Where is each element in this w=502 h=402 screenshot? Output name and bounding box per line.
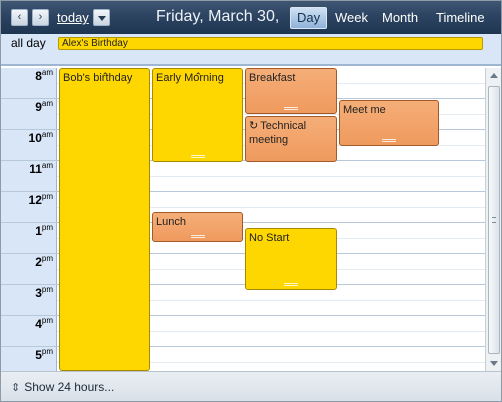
calendar-event[interactable]: Meet me bbox=[339, 100, 439, 146]
hour-label: 10am bbox=[28, 130, 53, 145]
tab-month[interactable]: Month bbox=[376, 7, 424, 29]
hour-label: 9am bbox=[35, 99, 53, 114]
calendar-event[interactable]: ⌃ Early Morning bbox=[152, 68, 243, 162]
calendar-window: ‹ › today Friday, March 30, Day Week Mon… bbox=[0, 0, 502, 402]
show-24-hours-button[interactable]: ⇕ Show 24 hours... bbox=[11, 380, 114, 394]
all-day-label: all day bbox=[11, 36, 46, 50]
all-day-event[interactable]: Alex's Birthday bbox=[58, 37, 483, 50]
today-link[interactable]: today bbox=[57, 10, 89, 25]
hour-label: 8am bbox=[35, 68, 53, 83]
calendar-event[interactable]: No Start bbox=[245, 228, 337, 290]
hour-label: 2pm bbox=[35, 254, 53, 269]
scroll-down-icon[interactable] bbox=[490, 361, 498, 366]
hour-label: 3pm bbox=[35, 285, 53, 300]
tab-day[interactable]: Day bbox=[290, 7, 328, 29]
calendar-event[interactable]: ↻ Technical meeting bbox=[245, 116, 337, 162]
event-title: Bob's birthday bbox=[63, 72, 133, 84]
vertical-scrollbar[interactable] bbox=[485, 68, 501, 371]
next-day-button[interactable]: › bbox=[32, 9, 49, 26]
hour-label: 12pm bbox=[28, 192, 53, 207]
tab-timeline[interactable]: Timeline bbox=[430, 7, 491, 29]
resize-grip-icon[interactable] bbox=[382, 139, 396, 142]
scroll-up-icon[interactable] bbox=[490, 73, 498, 78]
calendar-event[interactable]: Lunch bbox=[152, 212, 243, 242]
day-column[interactable]: ⌃ Bob's birthday ⌃ Early Morning Breakfa… bbox=[57, 68, 485, 371]
resize-grip-icon[interactable] bbox=[190, 235, 205, 238]
resize-grip-icon[interactable] bbox=[190, 155, 205, 158]
current-date-title: Friday, March 30, bbox=[156, 8, 280, 25]
calendar-event[interactable]: ⌃ Bob's birthday bbox=[59, 68, 150, 371]
chevron-left-icon: ‹ bbox=[17, 11, 22, 23]
scrollbar-thumb[interactable] bbox=[488, 86, 500, 354]
grip-icon bbox=[492, 217, 496, 223]
hour-label: 4pm bbox=[35, 316, 53, 331]
prev-day-button[interactable]: ‹ bbox=[11, 9, 28, 26]
event-title: Early Morning bbox=[156, 72, 224, 84]
day-time-grid: 8am 9am 10am 11am 12pm 1pm 2pm 3pm 4pm 5… bbox=[1, 68, 501, 371]
chevron-down-icon bbox=[98, 16, 106, 21]
event-title: Breakfast bbox=[249, 72, 296, 84]
resize-grip-icon[interactable] bbox=[284, 283, 298, 286]
hour-label: 5pm bbox=[35, 347, 53, 362]
event-title: Lunch bbox=[156, 216, 186, 228]
reminder-icon: ⌃ bbox=[101, 71, 110, 81]
event-title: No Start bbox=[249, 232, 290, 244]
expand-vertical-icon: ⇕ bbox=[11, 382, 21, 394]
hour-label: 11am bbox=[29, 161, 53, 176]
calendar-footer: ⇕ Show 24 hours... bbox=[1, 371, 501, 401]
reminder-icon: ⌃ bbox=[194, 71, 203, 81]
event-title: Meet me bbox=[343, 104, 386, 116]
all-day-row: all day Alex's Birthday bbox=[1, 34, 501, 66]
resize-grip-icon[interactable] bbox=[284, 107, 298, 110]
calendar-event[interactable]: Breakfast bbox=[245, 68, 337, 114]
tab-week[interactable]: Week bbox=[329, 7, 374, 29]
date-picker-dropdown-button[interactable] bbox=[93, 9, 110, 26]
show-24-hours-label: Show 24 hours... bbox=[24, 380, 115, 394]
chevron-right-icon: › bbox=[38, 11, 43, 23]
hour-column: 8am 9am 10am 11am 12pm 1pm 2pm 3pm 4pm 5… bbox=[1, 68, 57, 371]
hour-label: 1pm bbox=[35, 223, 53, 238]
recurring-icon: ↻ bbox=[249, 120, 259, 132]
calendar-toolbar: ‹ › today Friday, March 30, Day Week Mon… bbox=[1, 1, 501, 34]
